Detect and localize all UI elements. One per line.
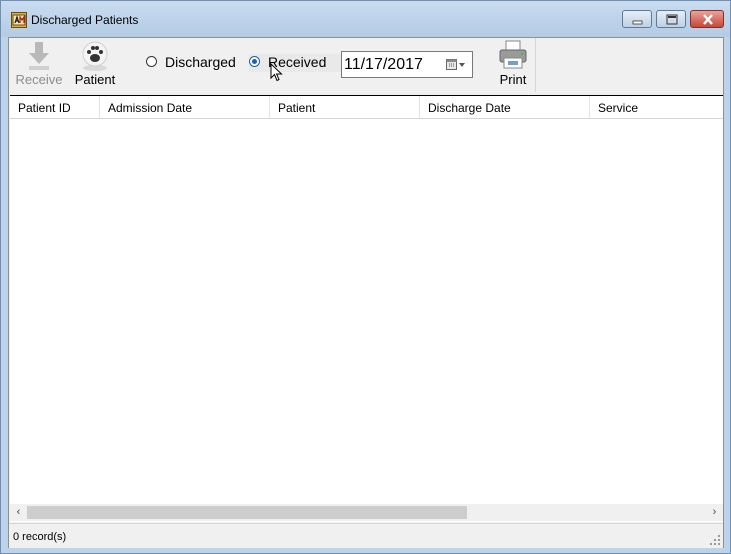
scroll-left-icon[interactable]: ‹	[10, 504, 27, 521]
column-header-admission-date[interactable]: Admission Date	[100, 96, 270, 118]
date-picker[interactable]: 11/17/2017	[341, 51, 473, 78]
column-header-patient[interactable]: Patient	[270, 96, 420, 118]
record-count: 0 record(s)	[13, 531, 67, 543]
radio-circle-selected	[249, 56, 260, 67]
receive-label: Receive	[15, 72, 63, 87]
paw-icon	[82, 41, 108, 71]
scroll-thumb[interactable]	[27, 506, 467, 519]
app-icon	[11, 12, 27, 28]
maximize-icon	[666, 14, 678, 25]
patients-grid[interactable]: Patient ID Admission Date Patient Discha…	[10, 95, 723, 522]
radio-circle	[146, 56, 157, 67]
maximize-button[interactable]	[656, 10, 686, 28]
receive-button[interactable]: Receive	[11, 38, 67, 92]
column-header-discharge-date[interactable]: Discharge Date	[420, 96, 590, 118]
discharged-label: Discharged	[165, 54, 236, 70]
client-area: Receive Patient Discharged Received 11/1…	[8, 37, 724, 548]
received-radio[interactable]: Received	[249, 54, 344, 72]
horizontal-scrollbar[interactable]: ‹ ›	[10, 504, 723, 521]
discharged-radio[interactable]: Discharged	[146, 54, 244, 72]
toolbar: Receive Patient Discharged Received 11/1…	[9, 38, 723, 94]
print-button[interactable]: Print	[491, 38, 536, 92]
print-label: Print	[499, 72, 527, 87]
title-bar[interactable]: Discharged Patients	[1, 1, 730, 37]
window-title: Discharged Patients	[31, 13, 139, 27]
patient-button[interactable]: Patient	[71, 38, 119, 92]
app-window: Discharged Patients Receive Patient Disc…	[0, 0, 731, 554]
close-button[interactable]	[690, 10, 724, 28]
status-bar: 0 record(s)	[9, 523, 723, 548]
resize-grip-icon[interactable]	[709, 534, 721, 546]
close-icon	[703, 14, 713, 25]
printer-icon	[499, 40, 527, 69]
column-header-service[interactable]: Service	[590, 96, 723, 118]
minimize-button[interactable]	[622, 10, 652, 28]
grid-header: Patient ID Admission Date Patient Discha…	[10, 96, 723, 119]
patient-label: Patient	[74, 72, 116, 87]
minimize-icon	[632, 20, 643, 25]
scroll-right-icon[interactable]: ›	[706, 504, 723, 521]
column-header-patient-id[interactable]: Patient ID	[10, 96, 100, 118]
mouse-cursor-icon	[270, 63, 283, 82]
radio-dot	[252, 59, 257, 64]
calendar-dropdown-icon[interactable]	[446, 59, 468, 71]
receive-icon	[29, 42, 49, 70]
date-value: 11/17/2017	[344, 56, 423, 73]
